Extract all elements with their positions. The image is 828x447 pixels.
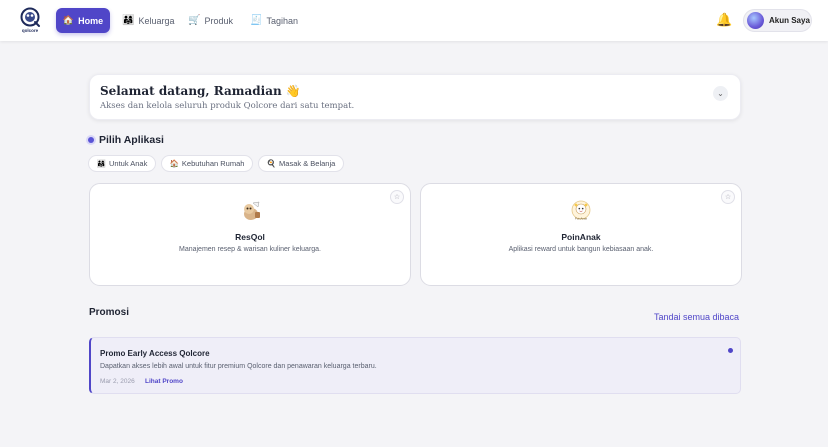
chip-label: Untuk Anak xyxy=(108,159,148,168)
bell-icon[interactable]: 🔔 xyxy=(716,12,732,28)
star-icon[interactable]: ☆ xyxy=(721,190,735,204)
app-name: ResQol xyxy=(235,232,265,242)
promo-card[interactable]: Promo Early Access Qolcore Dapatkan akse… xyxy=(89,337,741,394)
avatar xyxy=(747,12,764,29)
nav-keluarga[interactable]: 👨‍👩‍👧 Keluarga xyxy=(122,8,174,33)
svg-text:PoinAnak: PoinAnak xyxy=(575,217,588,221)
house-icon: 🏠 xyxy=(169,159,179,168)
top-navbar: qolcore 🏠 Home 👨‍👩‍👧 Keluarga 🛒 Produk 🧾… xyxy=(0,0,828,41)
account-button[interactable]: Akun Saya xyxy=(743,9,812,32)
cart-icon: 🛒 xyxy=(188,15,201,26)
promo-title: Promo Early Access Qolcore xyxy=(100,349,210,358)
promo-date: Mar 2, 2026 xyxy=(100,378,135,385)
chip-label: Masak & Belanja xyxy=(279,159,336,168)
chip-untuk-anak[interactable]: 👨‍👩‍👧 Untuk Anak xyxy=(88,155,156,172)
nav-home[interactable]: 🏠 Home xyxy=(56,8,110,33)
unread-indicator xyxy=(728,348,733,353)
nav-keluarga-label: Keluarga xyxy=(138,15,175,26)
receipt-icon: 🧾 xyxy=(250,15,263,26)
frying-pan-icon: 🍳 xyxy=(266,159,277,168)
welcome-subtitle: Akses dan kelola seluruh produk Qolcore … xyxy=(100,101,355,111)
chevron-down-icon[interactable]: ⌄ xyxy=(713,86,728,101)
chip-masak-belanja[interactable]: 🍳 Masak & Belanja xyxy=(258,155,344,172)
star-icon[interactable]: ☆ xyxy=(390,190,404,204)
app-name: PoinAnak xyxy=(561,232,601,242)
account-label: Akun Saya xyxy=(769,16,810,25)
nav-tagihan[interactable]: 🧾 Tagihan xyxy=(250,8,298,33)
family-icon: 👨‍👩‍👧 xyxy=(96,159,106,168)
welcome-title: Selamat datang, Ramadian 👋 xyxy=(100,84,301,98)
app-card-poinanak[interactable]: PoinAnak PoinAnak Aplikasi reward untuk … xyxy=(420,183,742,286)
house-icon: 🏠 xyxy=(62,15,75,25)
qolcore-logo[interactable]: qolcore xyxy=(18,7,42,35)
nav-produk-label: Produk xyxy=(204,15,233,26)
promo-description: Dapatkan akses lebih awal untuk fitur pr… xyxy=(100,363,377,370)
promo-section-title: Promosi xyxy=(89,307,130,318)
poinanak-mascot-icon: PoinAnak xyxy=(571,200,591,221)
nav-produk[interactable]: 🛒 Produk xyxy=(188,8,233,33)
chip-kebutuhan-rumah[interactable]: 🏠 Kebutuhan Rumah xyxy=(161,155,253,172)
app-description: Aplikasi reward untuk bangun kebiasaan a… xyxy=(508,246,654,253)
chip-label: Kebutuhan Rumah xyxy=(181,159,245,168)
family-icon: 👨‍👩‍👧 xyxy=(122,15,135,26)
apps-section-title: Pilih Aplikasi xyxy=(99,134,164,146)
app-card-resqol[interactable]: ResQol Manajemen resep & warisan kuliner… xyxy=(89,183,411,286)
mark-all-read-link[interactable]: Tandai semua dibaca xyxy=(654,312,739,322)
app-description: Manajemen resep & warisan kuliner keluar… xyxy=(178,246,322,253)
resqol-mascot-icon xyxy=(244,201,260,220)
nav-home-label: Home xyxy=(78,15,104,26)
view-promo-link[interactable]: Lihat Promo xyxy=(145,378,183,385)
nav-tagihan-label: Tagihan xyxy=(266,15,298,26)
svg-text:qolcore: qolcore xyxy=(22,28,39,33)
welcome-card: Selamat datang, Ramadian 👋 Akses dan kel… xyxy=(89,74,741,120)
section-dot xyxy=(88,137,94,143)
